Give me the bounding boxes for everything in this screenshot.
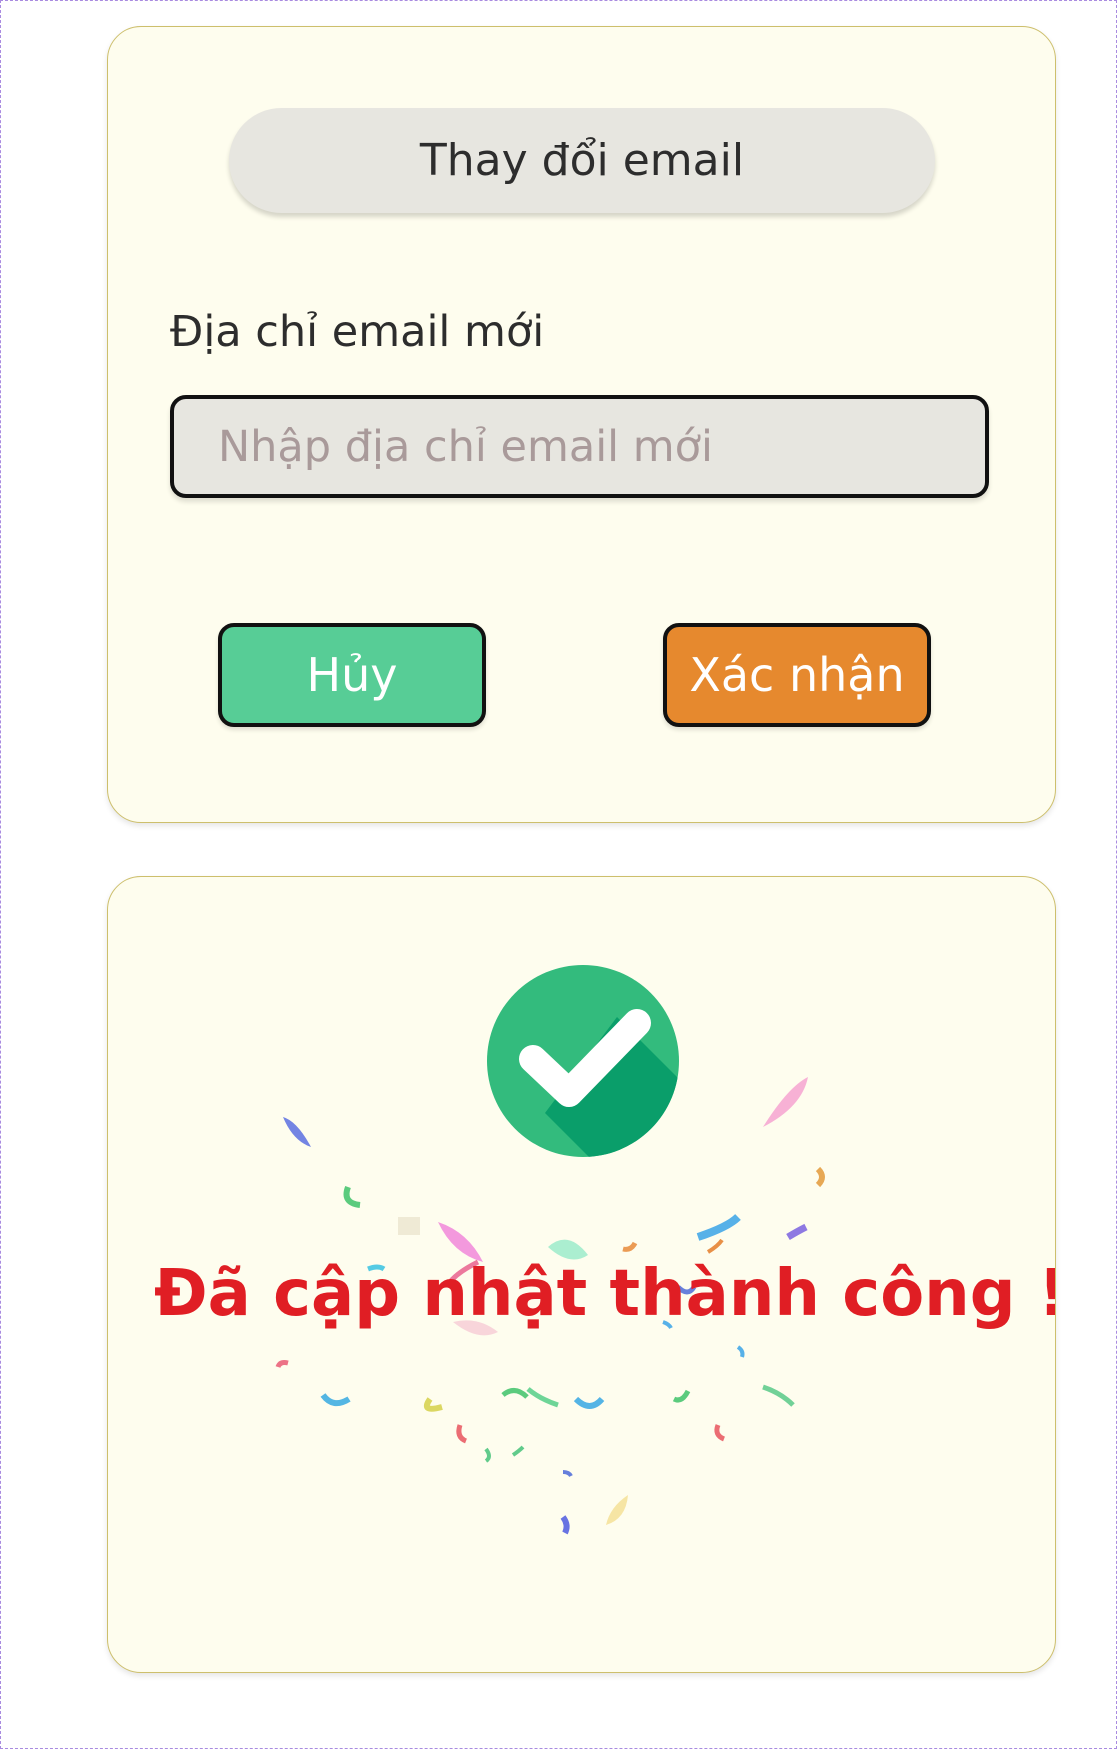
confirm-button[interactable]: Xác nhận: [663, 623, 931, 727]
new-email-input[interactable]: [170, 395, 989, 498]
success-message: Đã cập nhật thành công !: [154, 1257, 1056, 1331]
change-email-card: Thay đổi email Địa chỉ email mới Hủy Xác…: [107, 26, 1056, 823]
check-circle-icon: [487, 965, 679, 1157]
new-email-label: Địa chỉ email mới: [170, 307, 545, 357]
success-card: Đã cập nhật thành công !: [107, 876, 1056, 1673]
cancel-button[interactable]: Hủy: [218, 623, 486, 727]
dialog-title: Thay đổi email: [229, 108, 935, 213]
